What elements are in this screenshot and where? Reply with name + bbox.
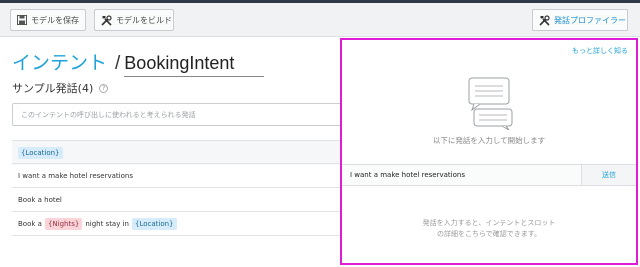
hint-text: 発話を入力すると、インテントとスロット の詳細をこちらで確認できます。 [342,218,636,240]
start-message: 以下に発話を入力して開始します [432,136,546,145]
utterance-profiler-panel: もっと詳しく知る 以下に発話を入力して開始します I want a make h… [340,38,638,265]
tools-icon [101,14,112,26]
build-model-label: モデルをビルド [116,15,172,25]
utterance-input-placeholder: このインテントの呼び出しに使われると考えられる発話 [21,110,196,119]
sample-utterances-heading: サンプル発話(4) [12,82,94,95]
help-icon[interactable]: ? [99,83,109,93]
send-button[interactable]: 送信 [582,165,636,185]
hint-line-1: 発話を入力すると、インテントとスロット [422,219,556,227]
build-model-button[interactable]: モデルをビルド [94,9,174,31]
intent-heading-link[interactable]: インテント [12,48,107,75]
utterance-input[interactable]: このインテントの呼び出しに使われると考えられる発話 [12,103,352,126]
utterance-row[interactable]: Book a hotel [12,187,352,212]
hint-line-2: の詳細をこちらで確認できます。 [436,230,542,238]
learn-more-link[interactable]: もっと詳しく知る [572,46,628,56]
utterance-profiler-button[interactable]: 発話プロファイラー [532,9,628,31]
test-utterance-input[interactable]: I want a make hotel reservations [342,165,582,185]
save-model-button[interactable]: モデルを保存 [10,9,86,31]
utterance-text: Book a [18,219,42,228]
slot-location[interactable]: {Location} [131,217,177,230]
test-utterance-row: I want a make hotel reservations 送信 [342,164,636,186]
sample-utterances-header: サンプル発話(4) ? [12,80,109,96]
utterance-text: I want a make hotel reservations [18,172,133,180]
utterance-profiler-label: 発話プロファイラー [554,15,626,25]
utterance-row[interactable]: Book a {Nights} night stay in {Location} [12,211,352,236]
intent-name-field[interactable]: BookingIntent [124,53,265,77]
chat-bubbles-icon [468,77,513,130]
utterance-text: night stay in [85,219,129,228]
slot-location[interactable]: {Location} [18,147,63,159]
utterance-row[interactable]: I want a make hotel reservations [12,163,352,188]
tools-icon [539,14,550,26]
page-title: インテント / BookingIntent [12,48,265,77]
toolbar: モデルを保存 モデルをビルド 発話プロファイラー [0,3,640,37]
utterance-row[interactable]: {Location} [12,140,352,165]
save-model-label: モデルを保存 [31,15,79,25]
save-icon [17,15,27,25]
title-separator: / [115,53,121,74]
utterance-text: Book a hotel [18,196,62,204]
slot-nights[interactable]: {Nights} [44,217,83,230]
